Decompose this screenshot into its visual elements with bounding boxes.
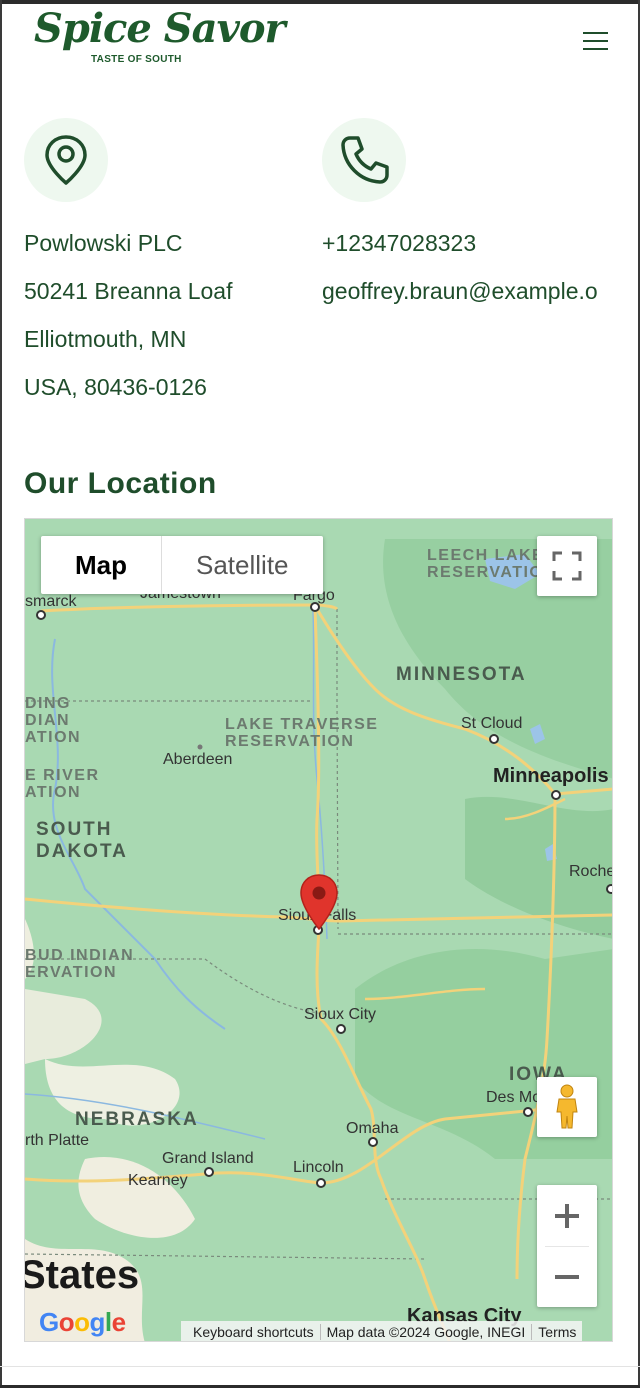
map-type-map-button[interactable]: Map <box>41 536 162 594</box>
map-label-grand-island: Grand Island <box>162 1150 254 1167</box>
map-label-north-platte: rth Platte <box>25 1132 90 1149</box>
zoom-out-button[interactable] <box>537 1247 597 1307</box>
contact-email-wrap: geoffrey.braun@example.o <box>322 276 612 306</box>
map-label-lincoln: Lincoln <box>293 1159 344 1176</box>
map-label-bismarck: smarck <box>25 593 77 610</box>
phone-icon <box>322 118 406 202</box>
map-label-st-cloud: St Cloud <box>461 715 523 732</box>
map-label-rosebud: BUD INDIAN ERVATION <box>25 947 135 981</box>
logo-tagline: TASTE OF SOUTH <box>91 54 182 65</box>
map-label-kearney: Kearney <box>128 1172 188 1189</box>
map-label-minneapolis: Minneapolis <box>493 765 609 787</box>
map-type-control: Map Satellite <box>41 536 323 594</box>
address-country-zip: USA, 80436-0126 <box>24 374 207 400</box>
our-location-heading: Our Location <box>24 467 217 500</box>
map-label-des-moines: Des Mo <box>486 1089 542 1106</box>
footer-divider <box>0 1366 640 1367</box>
map-label-omaha: Omaha <box>346 1120 399 1137</box>
site-logo[interactable]: Spice Savor TASTE OF SOUTH <box>34 5 286 68</box>
zoom-control <box>537 1185 597 1307</box>
map-type-satellite-button[interactable]: Satellite <box>162 536 323 594</box>
address-city: Elliotmouth, MN <box>24 326 187 352</box>
fullscreen-icon[interactable] <box>537 536 597 596</box>
map-label-lake-traverse: LAKE TRAVERSE RESERVATION <box>225 716 379 750</box>
location-pin-icon <box>24 118 108 202</box>
map-label-cheyenne-river: E RIVER ATION <box>25 767 100 801</box>
map-label-minnesota: MINNESOTA <box>396 664 527 685</box>
contact-phone[interactable]: +12347028323 <box>322 228 476 258</box>
map-label-south-dakota: SOUTH DAKOTA <box>36 819 128 862</box>
window-top-border <box>0 0 640 4</box>
map-label-aberdeen: Aberdeen <box>163 751 233 768</box>
window-left-border <box>0 0 2 1388</box>
map-label-united-states: States <box>24 1253 140 1297</box>
address-company: Powlowski PLC <box>24 230 183 256</box>
google-logo[interactable]: Google <box>39 1307 126 1338</box>
contact-phone-wrap: +12347028323 <box>322 228 612 258</box>
logo-wordmark: Spice Savor <box>34 5 286 52</box>
street-view-pegman-icon[interactable] <box>537 1077 597 1137</box>
address-street: 50241 Breanna Loaf <box>24 278 233 304</box>
map-data-text: Map data ©2024 Google, INEGI <box>326 1324 526 1340</box>
contact-email[interactable]: geoffrey.braun@example.o <box>322 276 598 306</box>
map-label-leech-lake: LEECH LAKE RESERVATIO <box>427 547 545 581</box>
map-label-rochester: Roche <box>569 863 613 880</box>
keyboard-shortcuts-link[interactable]: Keyboard shortcuts <box>187 1324 320 1340</box>
map-attribution: Keyboard shortcuts Map data ©2024 Google… <box>181 1321 583 1341</box>
google-map[interactable]: LEECH LAKERESERVATIO smarck Jamestown Fa… <box>24 518 613 1342</box>
map-label-standing-rock: DING DIAN ATION <box>25 695 82 746</box>
map-label-nebraska: NEBRASKA <box>75 1109 199 1130</box>
zoom-in-button[interactable] <box>537 1186 597 1246</box>
terms-link[interactable]: Terms <box>532 1324 582 1340</box>
map-marker-icon[interactable] <box>299 873 339 931</box>
hamburger-menu-icon[interactable] <box>580 30 610 52</box>
map-label-sioux-city: Sioux City <box>304 1006 377 1023</box>
